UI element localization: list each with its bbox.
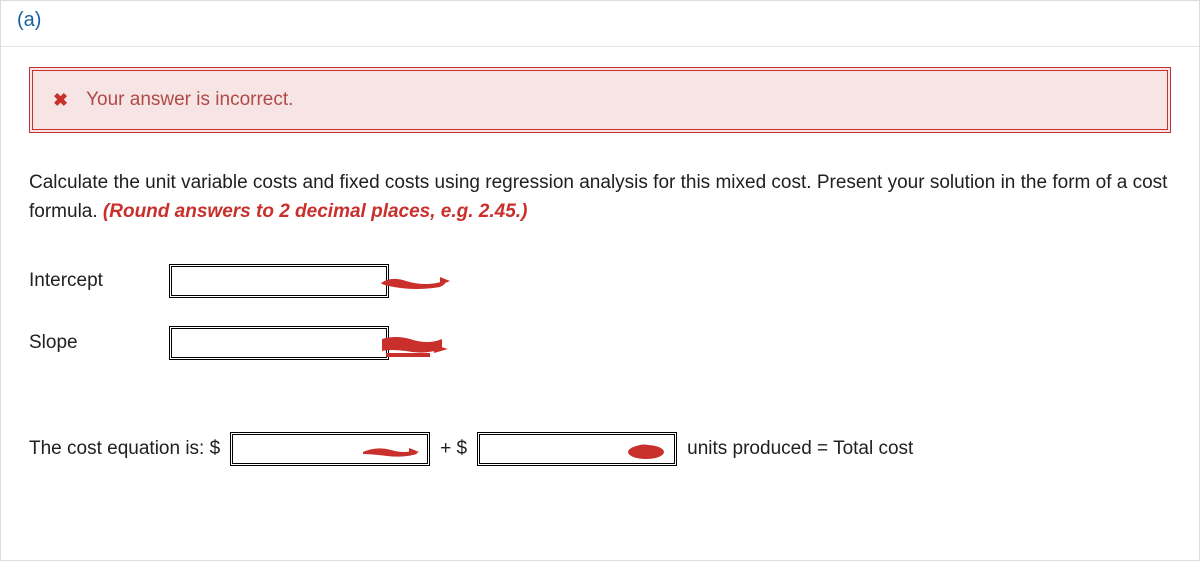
content-area: ✖ Your answer is incorrect. Calculate th… bbox=[1, 47, 1199, 486]
rounding-note: (Round answers to 2 decimal places, e.g.… bbox=[103, 201, 527, 222]
part-label: (a) bbox=[17, 9, 41, 31]
equation-suffix: units produced = Total cost bbox=[687, 438, 913, 460]
feedback-text: Your answer is incorrect. bbox=[86, 89, 293, 111]
incorrect-icon: ✖ bbox=[53, 91, 68, 109]
equation-plus: + $ bbox=[440, 438, 467, 460]
intercept-row: Intercept bbox=[29, 264, 1171, 298]
part-header: (a) bbox=[1, 1, 1199, 47]
equation-variable-input[interactable] bbox=[477, 432, 677, 466]
equation-prefix: The cost equation is: $ bbox=[29, 438, 220, 460]
feedback-box: ✖ Your answer is incorrect. bbox=[29, 67, 1171, 133]
slope-label: Slope bbox=[29, 332, 169, 354]
slope-input[interactable] bbox=[169, 326, 389, 360]
redaction-icon bbox=[376, 271, 454, 297]
question-panel: (a) ✖ Your answer is incorrect. Calculat… bbox=[0, 0, 1200, 561]
cost-equation-row: The cost equation is: $ + $ units produc… bbox=[29, 432, 1171, 466]
redaction-icon bbox=[376, 331, 454, 361]
slope-row: Slope bbox=[29, 326, 1171, 360]
intercept-input[interactable] bbox=[169, 264, 389, 298]
intercept-label: Intercept bbox=[29, 270, 169, 292]
redaction-icon bbox=[622, 442, 668, 462]
question-text: Calculate the unit variable costs and fi… bbox=[29, 169, 1171, 226]
redaction-icon bbox=[359, 442, 421, 462]
equation-fixed-input[interactable] bbox=[230, 432, 430, 466]
